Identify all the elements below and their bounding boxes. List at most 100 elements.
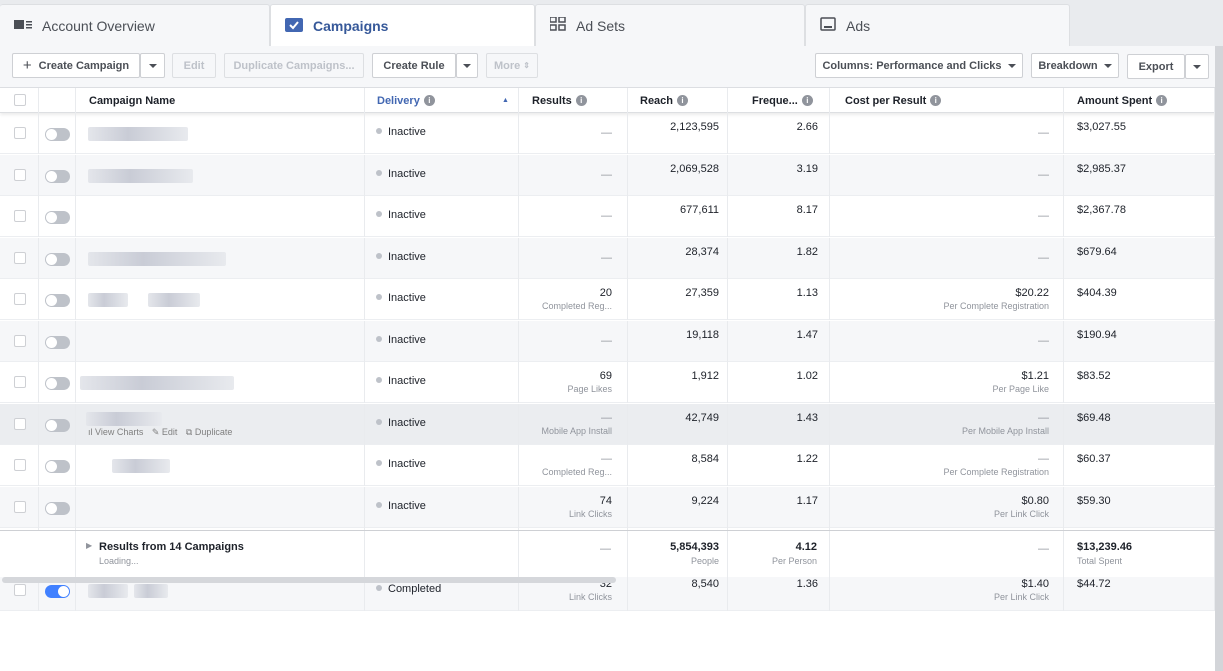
row-checkbox[interactable] xyxy=(14,334,26,347)
col-cost-per-result[interactable]: Cost per Result i xyxy=(830,88,1064,113)
view-charts-link[interactable]: ıl View Charts xyxy=(88,427,143,437)
results-value: — xyxy=(601,168,612,181)
info-icon[interactable]: i xyxy=(801,95,813,106)
create-campaign-label: Create Campaign xyxy=(38,59,130,72)
amount-spent-value: $44.72 xyxy=(1077,577,1111,590)
tab-ad-sets[interactable]: Ad Sets xyxy=(535,4,805,46)
tab-ads[interactable]: Ads xyxy=(805,4,1070,46)
table-row[interactable]: Inactive — Completed Reg... 8,584 1.22 — Per C… xyxy=(0,445,1223,486)
row-cell xyxy=(830,154,1064,196)
row-cell xyxy=(728,320,830,362)
reach-value: 28,374 xyxy=(685,245,719,258)
breakdown-dropdown[interactable]: Breakdown xyxy=(1031,53,1119,78)
select-all-checkbox[interactable] xyxy=(14,94,26,106)
table-row[interactable]: Inactive 74 Link Clicks 9,224 1.17 $0.80 Per L… xyxy=(0,486,1223,528)
tab-bar: Account Overview Campaigns Ad Sets Ads xyxy=(0,0,1223,47)
info-icon[interactable]: i xyxy=(930,95,942,106)
row-checkbox[interactable] xyxy=(14,376,26,388)
row-cell xyxy=(1064,362,1215,403)
campaign-toggle[interactable] xyxy=(45,128,70,141)
col-campaign-name[interactable]: Campaign Name xyxy=(76,88,365,113)
info-icon[interactable]: i xyxy=(423,95,435,106)
row-cell xyxy=(628,196,728,237)
cost-value: $1.40 xyxy=(1021,577,1049,590)
delivery-status: Inactive xyxy=(376,251,426,263)
col-reach[interactable]: Reach i xyxy=(628,88,728,113)
col-label: Cost per Result xyxy=(845,94,927,107)
col-results[interactable]: Results i xyxy=(519,88,628,113)
campaign-toggle[interactable] xyxy=(45,335,70,349)
row-cell xyxy=(1064,445,1215,486)
col-label: Freque... xyxy=(752,94,798,107)
results-value: — xyxy=(601,210,612,222)
campaign-toggle[interactable] xyxy=(45,252,70,266)
row-checkbox[interactable] xyxy=(14,251,26,264)
export-dropdown[interactable] xyxy=(1185,54,1209,79)
duplicate-campaigns-button[interactable]: Duplicate Campaigns... xyxy=(224,53,364,78)
row-cell xyxy=(519,486,628,528)
table-row[interactable]: ıl View Charts ✎ Edit ⧉ Duplicate Inactiv… xyxy=(0,403,1223,445)
edit-button[interactable]: Edit xyxy=(172,53,216,78)
reach-value: 27,359 xyxy=(685,287,719,299)
row-checkbox[interactable] xyxy=(14,293,26,305)
info-icon[interactable]: i xyxy=(677,95,689,106)
create-campaign-dropdown[interactable] xyxy=(140,53,165,78)
row-checkbox[interactable] xyxy=(14,500,26,513)
table-row[interactable]: Inactive — 677,611 8.17 — $2,367.78 xyxy=(0,196,1223,237)
tab-account-overview[interactable]: Account Overview xyxy=(0,4,270,46)
row-checkbox[interactable] xyxy=(14,459,26,471)
campaign-toggle[interactable] xyxy=(45,584,70,598)
table-row[interactable]: Inactive — 19,118 1.47 — $190.94 xyxy=(0,320,1223,362)
tab-label: Account Overview xyxy=(42,17,155,34)
row-checkbox[interactable] xyxy=(14,168,26,181)
redacted-campaign-name xyxy=(88,251,226,266)
plus-icon: + xyxy=(22,57,32,74)
amount-spent-value: $83.52 xyxy=(1077,370,1111,382)
columns-dropdown[interactable]: Columns: Performance and Clicks xyxy=(815,53,1023,78)
col-frequency[interactable]: Freque... i xyxy=(728,88,830,113)
cost-value: — xyxy=(1038,453,1049,465)
table-row[interactable]: Inactive — 2,069,528 3.19 — $2,985.37 xyxy=(0,154,1223,196)
row-checkbox[interactable] xyxy=(14,417,26,430)
campaign-toggle[interactable] xyxy=(45,211,70,224)
row-checkbox[interactable] xyxy=(14,583,26,596)
col-amount-spent[interactable]: Amount Spent i xyxy=(1064,88,1215,113)
table-row[interactable]: Inactive — 2,123,595 2.66 — $3,027.55 xyxy=(0,113,1223,154)
row-cell xyxy=(628,113,728,154)
table-row[interactable]: Inactive 20 Completed Reg... 27,359 1.13 $20.… xyxy=(0,279,1223,320)
more-button[interactable]: More ⇕ xyxy=(486,53,538,78)
row-cell xyxy=(728,403,830,445)
campaign-toggle[interactable] xyxy=(45,501,70,515)
tab-campaigns[interactable]: Campaigns xyxy=(270,4,535,47)
campaign-toggle[interactable] xyxy=(45,169,70,183)
duplicate-link[interactable]: ⧉ Duplicate xyxy=(183,427,232,437)
info-icon[interactable]: i xyxy=(575,95,587,106)
col-delivery[interactable]: Delivery i ▲ xyxy=(365,88,519,113)
delivery-status: Inactive xyxy=(376,209,426,221)
campaign-toggle[interactable] xyxy=(45,460,70,473)
create-campaign-button[interactable]: + Create Campaign xyxy=(12,53,140,78)
results-value: 69 xyxy=(599,370,612,382)
vertical-scrollbar[interactable] xyxy=(1215,46,1223,671)
row-cell xyxy=(830,362,1064,403)
cost-value: $0.80 xyxy=(1021,494,1049,507)
campaign-toggle[interactable] xyxy=(45,418,70,432)
row-checkbox[interactable] xyxy=(14,127,26,139)
results-sub: Link Clicks xyxy=(568,508,612,519)
frequency-value: 1.22 xyxy=(796,453,818,465)
delivery-text: Inactive xyxy=(388,333,426,346)
create-rule-button[interactable]: Create Rule xyxy=(372,53,456,78)
export-button[interactable]: Export xyxy=(1127,54,1185,79)
row-cell xyxy=(728,237,830,279)
campaign-toggle[interactable] xyxy=(45,294,70,307)
delivery-text: Inactive xyxy=(388,167,426,180)
table-row[interactable]: Inactive 69 Page Likes 1,912 1.02 $1.21 Per Pa… xyxy=(0,362,1223,403)
create-rule-dropdown[interactable] xyxy=(456,53,478,78)
edit-link[interactable]: ✎ Edit xyxy=(149,427,178,437)
campaign-toggle[interactable] xyxy=(45,377,70,390)
table-row[interactable]: Inactive — 28,374 1.82 — $679.64 xyxy=(0,237,1223,279)
expand-arrow-icon[interactable]: ▶ xyxy=(86,541,92,550)
info-icon[interactable]: i xyxy=(1156,95,1168,106)
row-checkbox[interactable] xyxy=(14,210,26,222)
horizontal-scrollbar[interactable] xyxy=(2,577,616,583)
